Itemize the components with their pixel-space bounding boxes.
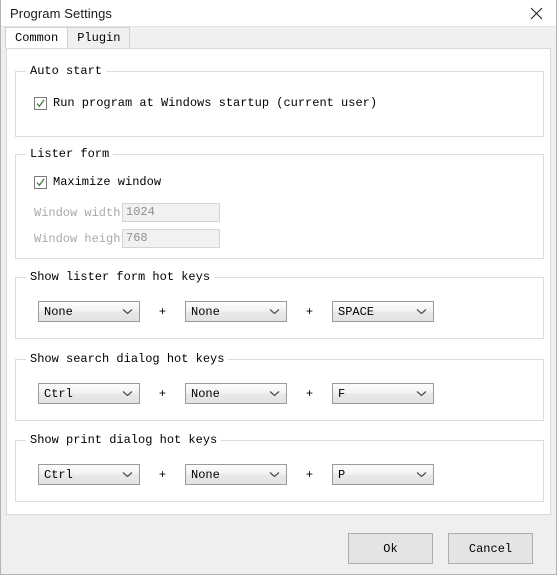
field-window-height-label: Window height: [34,231,135,246]
field-window-height: Window height: 768 [34,229,220,248]
search-hotkey-select-2[interactable]: None [185,383,287,404]
checkbox-maximize-window-label: Maximize window [53,175,162,189]
chevron-down-icon [122,302,133,321]
search-hotkey-select-1-value: Ctrl [44,386,73,401]
search-hotkey-select-3-value: F [338,386,346,401]
print-hotkey-select-2[interactable]: None [185,464,287,485]
titlebar: Program Settings [1,0,556,27]
chevron-down-icon [269,384,280,403]
tab-strip: Common Plugin [1,27,556,48]
chevron-down-icon [416,384,427,403]
group-search-hotkeys: Show search dialog hot keys Ctrl + None … [15,352,544,421]
field-window-width: Window width: 1024 [34,203,220,222]
checkmark-icon[interactable] [34,175,47,189]
print-hotkey-select-1-value: Ctrl [44,467,73,482]
search-hotkeys-row: Ctrl + None + F [38,383,434,404]
checkbox-maximize-window[interactable]: Maximize window [34,175,161,189]
group-print-hotkeys: Show print dialog hot keys Ctrl + None + [15,433,544,502]
close-icon[interactable] [516,0,556,26]
lister-hotkey-select-3-value: SPACE [338,304,375,319]
lister-hotkey-select-3[interactable]: SPACE [332,301,434,322]
lister-hotkey-select-2[interactable]: None [185,301,287,322]
print-hotkey-select-3-value: P [338,467,346,482]
field-window-width-label: Window width: [34,205,128,220]
group-lister-hotkeys-label: Show lister form hot keys [26,270,215,284]
hotkey-separator-1: + [158,304,167,319]
tab-panel-common: Auto start Run program at Windows startu… [6,48,551,515]
lister-hotkeys-row: None + None + SPACE [38,301,434,322]
group-lister-hotkeys: Show lister form hot keys None + None + [15,270,544,339]
print-hotkey-select-1[interactable]: Ctrl [38,464,140,485]
hotkey-separator-2: + [305,467,314,482]
window-height-input[interactable]: 768 [122,229,220,248]
print-hotkey-select-3[interactable]: P [332,464,434,485]
search-hotkey-select-3[interactable]: F [332,383,434,404]
chevron-down-icon [269,302,280,321]
lister-hotkey-select-1[interactable]: None [38,301,140,322]
program-settings-dialog: Program Settings Common Plugin Auto star… [0,0,557,575]
chevron-down-icon [122,384,133,403]
window-title: Program Settings [10,5,113,21]
tab-plugin[interactable]: Plugin [67,27,131,48]
print-hotkey-select-2-value: None [191,467,220,482]
group-lister-form: Lister form Maximize window Window width… [15,147,544,259]
hotkey-separator-2: + [305,386,314,401]
lister-hotkey-select-2-value: None [191,304,220,319]
dialog-footer: Ok Cancel [1,515,556,574]
group-lister-form-label: Lister form [26,147,114,161]
chevron-down-icon [416,465,427,484]
chevron-down-icon [122,465,133,484]
window-width-input[interactable]: 1024 [122,203,220,222]
checkbox-run-at-startup[interactable]: Run program at Windows startup (current … [34,96,377,110]
chevron-down-icon [416,302,427,321]
checkbox-run-at-startup-label: Run program at Windows startup (current … [53,96,378,110]
hotkey-separator-2: + [305,304,314,319]
ok-button[interactable]: Ok [348,533,433,564]
lister-hotkey-select-1-value: None [44,304,73,319]
hotkey-separator-1: + [158,467,167,482]
group-search-hotkeys-label: Show search dialog hot keys [26,352,229,366]
group-auto-start: Auto start Run program at Windows startu… [15,64,544,137]
print-hotkeys-row: Ctrl + None + P [38,464,434,485]
tab-common[interactable]: Common [5,27,69,48]
checkmark-icon[interactable] [34,96,47,110]
search-hotkey-select-1[interactable]: Ctrl [38,383,140,404]
group-auto-start-label: Auto start [26,64,107,78]
group-print-hotkeys-label: Show print dialog hot keys [26,433,222,447]
search-hotkey-select-2-value: None [191,386,220,401]
chevron-down-icon [269,465,280,484]
cancel-button[interactable]: Cancel [448,533,533,564]
hotkey-separator-1: + [158,386,167,401]
